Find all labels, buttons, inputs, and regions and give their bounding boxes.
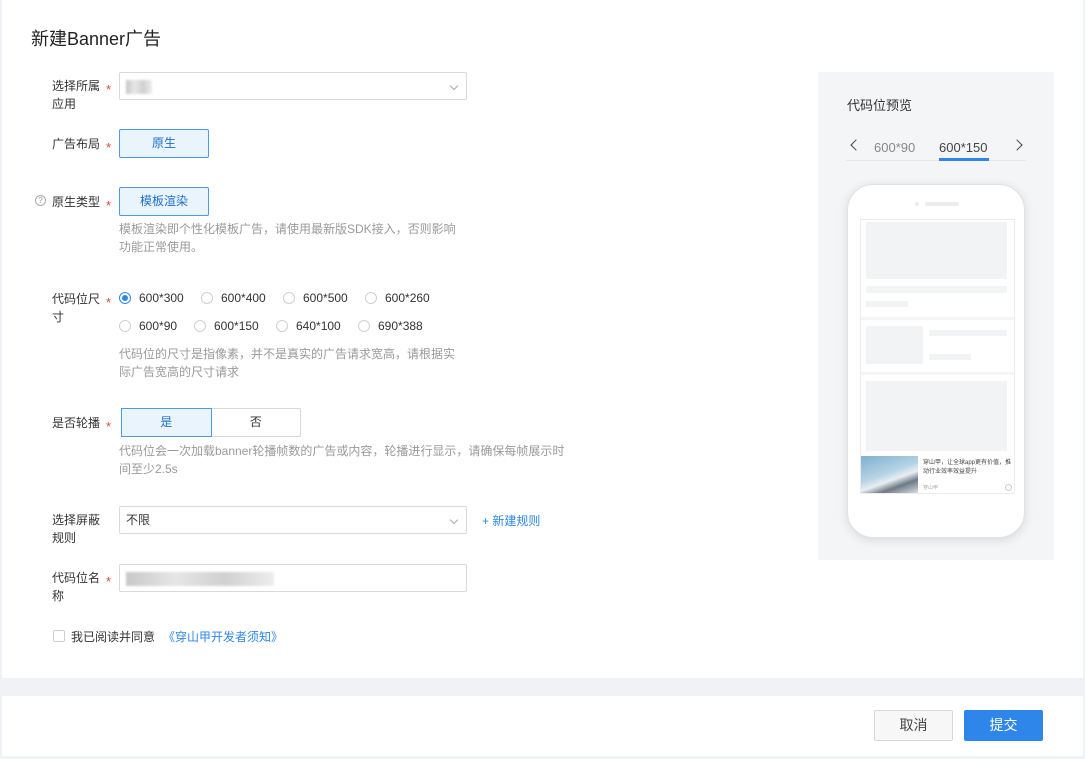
carousel-label: 是否轮播 (52, 416, 101, 430)
placeholder-line (929, 330, 1007, 336)
radio-icon (194, 320, 206, 332)
size-option-600x500[interactable]: 600*500 (283, 291, 348, 305)
native-type-label: 原生类型 (52, 195, 101, 209)
placeholder-block (866, 381, 1007, 451)
size-label: 代码位尺寸 (52, 292, 101, 324)
carousel-no-option[interactable]: 否 (212, 409, 301, 436)
radio-icon (358, 320, 370, 332)
submit-button[interactable]: 提交 (964, 710, 1043, 741)
agreement-text: 我已阅读并同意 (71, 630, 156, 644)
block-rule-value: 不限 (126, 513, 151, 527)
radio-icon (283, 292, 295, 304)
placeholder-line (866, 286, 1007, 293)
question-icon[interactable]: ? (35, 195, 46, 206)
carousel-help: 代码位会一次加载banner轮播帧数的广告或内容，轮播进行显示，请确保每帧展示时… (119, 444, 565, 476)
size-option-600x400[interactable]: 600*400 (201, 291, 266, 305)
page-title: 新建Banner广告 (31, 29, 162, 49)
placeholder-block (866, 222, 1007, 279)
block-rule-select[interactable]: 不限 (119, 506, 467, 534)
slot-name-label: 代码位名称 (52, 571, 101, 603)
layout-native-option[interactable]: 原生 (119, 129, 209, 158)
slot-name-input[interactable] (119, 564, 467, 592)
cancel-button[interactable]: 取消 (874, 710, 953, 741)
size-option-640x100[interactable]: 640*100 (276, 319, 341, 333)
radio-checked-icon (119, 292, 131, 304)
placeholder-divider (861, 372, 1014, 375)
native-type-template-option[interactable]: 模板渲染 (119, 187, 209, 216)
size-option-690x388[interactable]: 690*388 (358, 319, 423, 333)
size-option-600x150[interactable]: 600*150 (194, 319, 259, 333)
chevron-down-icon (449, 515, 459, 525)
required-mark: * (106, 140, 112, 155)
tab-divider (846, 160, 1026, 161)
preview-title: 代码位预览 (847, 98, 913, 113)
native-type-help: 模板渲染即个性化模板广告，请使用最新版SDK接入，否则影响功能正常使用。 (119, 222, 456, 254)
radio-icon (276, 320, 288, 332)
redacted-slot-name (126, 571, 274, 586)
phone-speaker (925, 202, 959, 206)
banner-ad-image (861, 456, 918, 493)
carousel-yes-option[interactable]: 是 (121, 408, 212, 437)
banner-ad-text: 穿山甲，让全球app更有价值，推动行业效率效益提升 (923, 460, 1012, 475)
app-select[interactable] (119, 72, 467, 100)
required-mark: * (106, 574, 112, 589)
app-label: 选择所属应用 (52, 79, 101, 111)
size-help: 代码位的尺寸是指像素，并不是真实的广告请求宽高，请根据实际广告宽高的尺寸请求 (119, 347, 456, 379)
ad-close-icon (1005, 484, 1012, 491)
phone-screen: 穿山甲，让全球app更有价值，推动行业效率效益提升 穿山甲 (860, 219, 1015, 494)
redacted-app-name (126, 79, 152, 94)
placeholder-line (866, 301, 908, 307)
radio-icon (365, 292, 377, 304)
agreement-checkbox[interactable] (53, 630, 65, 642)
chevron-right-icon[interactable] (1011, 139, 1023, 151)
phone-camera (915, 202, 919, 206)
preview-tab-600x150[interactable]: 600*150 (939, 140, 987, 155)
required-mark: * (106, 295, 112, 310)
chevron-left-icon[interactable] (850, 139, 862, 151)
block-rule-label: 选择屏蔽规则 (52, 513, 101, 545)
required-mark: * (106, 419, 112, 434)
placeholder-thumb (866, 326, 923, 364)
size-option-600x300[interactable]: 600*300 (119, 291, 184, 305)
radio-icon (119, 320, 131, 332)
active-tab-indicator (939, 158, 989, 161)
placeholder-divider (861, 317, 1014, 320)
banner-ad-preview: 穿山甲，让全球app更有价值，推动行业效率效益提升 穿山甲 (861, 456, 1014, 493)
preview-tab-600x90[interactable]: 600*90 (874, 140, 915, 155)
required-mark: * (106, 198, 112, 213)
size-option-600x90[interactable]: 600*90 (119, 319, 177, 333)
banner-ad-source: 穿山甲 (923, 485, 939, 491)
layout-label: 广告布局 (52, 137, 101, 151)
carousel-toggle: 是 否 (121, 408, 301, 437)
radio-icon (201, 292, 213, 304)
chevron-down-icon (449, 81, 459, 91)
slot-preview-panel: 代码位预览 600*90 600*150 穿山甲，让全球app更有价值，推动行业… (818, 72, 1054, 560)
new-rule-link[interactable]: + 新建规则 (482, 512, 540, 529)
required-mark: * (106, 82, 112, 97)
phone-mockup: 穿山甲，让全球app更有价值，推动行业效率效益提升 穿山甲 (847, 184, 1025, 538)
form-card: 新建Banner广告 选择所属应用 * 广告布局 * 原生 ? 原生类型 * 模… (2, 0, 1083, 678)
developer-terms-link[interactable]: 《穿山甲开发者须知》 (163, 628, 283, 645)
size-option-600x260[interactable]: 600*260 (365, 291, 430, 305)
placeholder-line (929, 354, 971, 360)
